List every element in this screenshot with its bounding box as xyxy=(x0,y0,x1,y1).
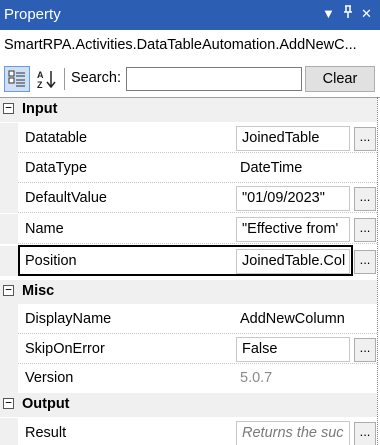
row-divider xyxy=(18,212,377,213)
row-divider xyxy=(18,243,377,244)
alphabetical-sort-button[interactable]: A Z xyxy=(34,66,60,92)
category-misc[interactable]: − Misc xyxy=(0,280,377,304)
selected-object-name: SmartRPA.Activities.DataTableAutomation.… xyxy=(4,37,357,53)
row-gutter xyxy=(0,183,18,213)
property-row-skiponerror[interactable]: SkipOnError False ... xyxy=(0,334,377,364)
property-value-field[interactable]: JoinedTable xyxy=(236,126,350,151)
property-value-field[interactable]: False xyxy=(236,337,350,362)
property-name: Result xyxy=(25,425,67,441)
dropdown-arrow-icon[interactable]: ▼ xyxy=(322,5,335,23)
row-gutter xyxy=(0,418,18,445)
ellipsis-button[interactable]: ... xyxy=(354,422,376,445)
row-gutter xyxy=(0,153,18,183)
row-gutter xyxy=(0,304,18,334)
property-value-field[interactable]: DateTime xyxy=(240,160,302,176)
property-toolbar: A Z Search: Clear xyxy=(0,64,380,94)
property-value-field[interactable]: JoinedTable.Col xyxy=(236,249,350,274)
collapse-toggle-icon[interactable]: − xyxy=(3,284,14,296)
collapse-toggle-icon[interactable]: − xyxy=(3,397,14,409)
property-value-field[interactable]: AddNewColumn xyxy=(240,311,345,327)
search-input[interactable] xyxy=(126,67,302,91)
sort-az-icon: A Z xyxy=(37,70,56,89)
pin-icon[interactable] xyxy=(342,5,354,24)
property-name: Version xyxy=(25,370,74,386)
ellipsis-button[interactable]: ... xyxy=(354,250,376,274)
row-gutter xyxy=(0,363,18,393)
ellipsis-button[interactable]: ... xyxy=(354,187,376,211)
property-name: SkipOnError xyxy=(25,341,105,357)
collapse-toggle-icon[interactable]: − xyxy=(3,102,14,114)
row-gutter xyxy=(0,123,18,153)
property-name: Datatable xyxy=(25,130,88,146)
property-value-field[interactable]: "Effective from' xyxy=(236,217,350,242)
clear-button[interactable]: Clear xyxy=(305,66,375,92)
panel-titlebar: Property ▼ ✕ xyxy=(0,0,380,30)
svg-text:Z: Z xyxy=(37,80,43,89)
search-label: Search: xyxy=(71,70,121,86)
property-value-readonly: 5.0.7 xyxy=(240,370,273,386)
property-row-name[interactable]: Name "Effective from' ... xyxy=(0,214,377,244)
category-label: Misc xyxy=(22,283,55,299)
svg-text:A: A xyxy=(37,70,44,80)
property-name: Position xyxy=(25,253,77,269)
property-name: DisplayName xyxy=(25,311,112,327)
category-output[interactable]: − Output xyxy=(0,393,377,417)
property-name: Name xyxy=(25,221,64,237)
property-row-datatype[interactable]: DataType DateTime xyxy=(0,153,377,183)
row-gutter xyxy=(0,214,18,244)
property-row-displayname[interactable]: DisplayName AddNewColumn xyxy=(0,304,377,334)
property-name: DataType xyxy=(25,160,88,176)
row-gutter xyxy=(0,334,18,364)
toolbar-separator xyxy=(64,68,65,90)
property-row-defaultvalue[interactable]: DefaultValue "01/09/2023" ... xyxy=(0,183,377,213)
grid-border xyxy=(377,97,378,445)
property-row-version[interactable]: Version 5.0.7 xyxy=(0,363,377,393)
panel-title: Property xyxy=(4,6,61,23)
property-row-position[interactable]: Position JoinedTable.Col ... xyxy=(0,246,377,276)
property-name: DefaultValue xyxy=(25,190,107,206)
property-value-field[interactable]: "01/09/2023" xyxy=(236,186,350,211)
categorized-view-button[interactable] xyxy=(4,66,30,92)
row-gutter xyxy=(0,246,18,276)
category-label: Output xyxy=(22,396,70,412)
category-input[interactable]: − Input xyxy=(0,98,377,122)
property-value-field[interactable]: Returns the suc xyxy=(236,421,350,445)
property-row-result[interactable]: Result Returns the suc ... xyxy=(0,418,377,445)
ellipsis-button[interactable]: ... xyxy=(354,338,376,362)
close-icon[interactable]: ✕ xyxy=(361,5,372,23)
property-row-datatable[interactable]: Datatable JoinedTable ... xyxy=(0,123,377,153)
ellipsis-button[interactable]: ... xyxy=(354,218,376,242)
category-label: Input xyxy=(22,101,58,117)
categorized-icon xyxy=(8,70,25,87)
ellipsis-button[interactable]: ... xyxy=(354,127,376,151)
